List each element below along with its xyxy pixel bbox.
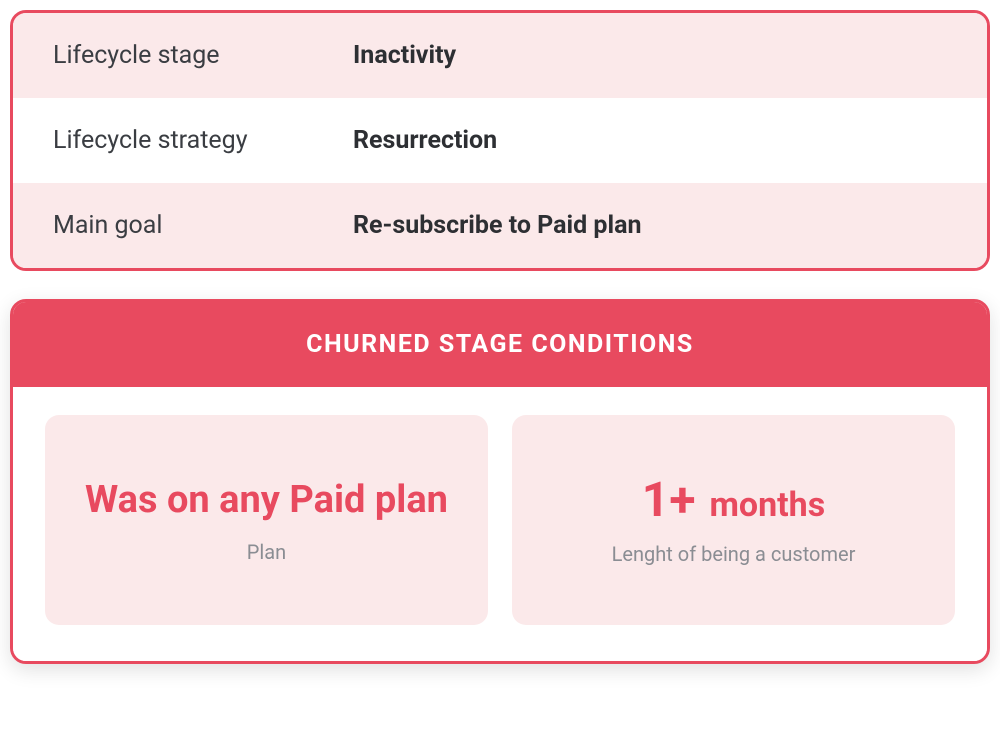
stage-conditions-header: CHURNED STAGE CONDITIONS xyxy=(13,302,987,387)
main-goal-value: Re-subscribe to Paid plan xyxy=(353,211,641,240)
stage-conditions-body: Was on any Paid plan Plan 1+ months Leng… xyxy=(13,387,987,661)
lifecycle-strategy-label: Lifecycle strategy xyxy=(53,126,353,155)
main-goal-row: Main goal Re-subscribe to Paid plan xyxy=(13,183,987,268)
condition-duration-sub: Lenght of being a customer xyxy=(612,542,856,566)
stage-conditions-card: CHURNED STAGE CONDITIONS Was on any Paid… xyxy=(10,299,990,664)
condition-plan-sub: Plan xyxy=(247,540,286,564)
condition-plan-box: Was on any Paid plan Plan xyxy=(45,415,488,625)
lifecycle-stage-value: Inactivity xyxy=(353,41,456,70)
condition-duration-unit: months xyxy=(709,485,825,525)
main-goal-label: Main goal xyxy=(53,211,353,240)
lifecycle-info-card: Lifecycle stage Inactivity Lifecycle str… xyxy=(10,10,990,271)
condition-duration-box: 1+ months Lenght of being a customer xyxy=(512,415,955,625)
lifecycle-stage-row: Lifecycle stage Inactivity xyxy=(13,13,987,98)
condition-plan-title: Was on any Paid plan xyxy=(85,478,448,524)
lifecycle-stage-label: Lifecycle stage xyxy=(53,41,353,70)
lifecycle-strategy-row: Lifecycle strategy Resurrection xyxy=(13,98,987,183)
condition-duration-title: 1+ months xyxy=(642,476,825,524)
condition-duration-number: 1+ xyxy=(642,471,696,528)
lifecycle-strategy-value: Resurrection xyxy=(353,126,497,155)
